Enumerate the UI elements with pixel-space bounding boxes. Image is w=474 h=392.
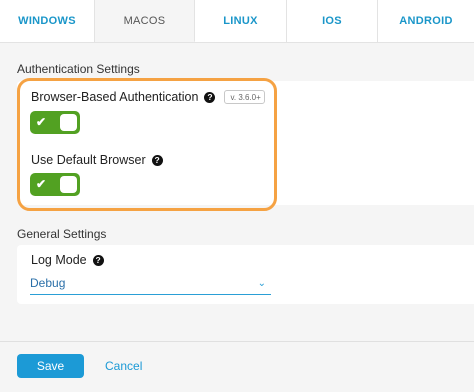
save-button[interactable]: Save [17,354,84,378]
log-mode-label: Log Mode [31,253,87,267]
help-icon[interactable]: ? [92,254,104,266]
tab-android[interactable]: ANDROID [378,0,474,42]
tab-ios[interactable]: IOS [287,0,378,42]
general-settings-title: General Settings [17,227,107,241]
cancel-button[interactable]: Cancel [105,354,142,378]
platform-tabs: WINDOWS MACOS LINUX IOS ANDROID [0,0,474,43]
focus-highlight [17,78,277,211]
tab-windows[interactable]: WINDOWS [0,0,95,42]
chevron-down-icon: ⌄ [257,277,266,289]
tab-linux[interactable]: LINUX [195,0,287,42]
auth-settings-title: Authentication Settings [17,62,140,76]
footer-divider [0,341,474,342]
log-mode-value: Debug [30,276,66,290]
log-mode-select[interactable]: Debug ⌄ [30,272,271,295]
tab-macos[interactable]: MACOS [95,0,195,42]
log-mode-label-row: Log Mode ? [31,253,104,267]
